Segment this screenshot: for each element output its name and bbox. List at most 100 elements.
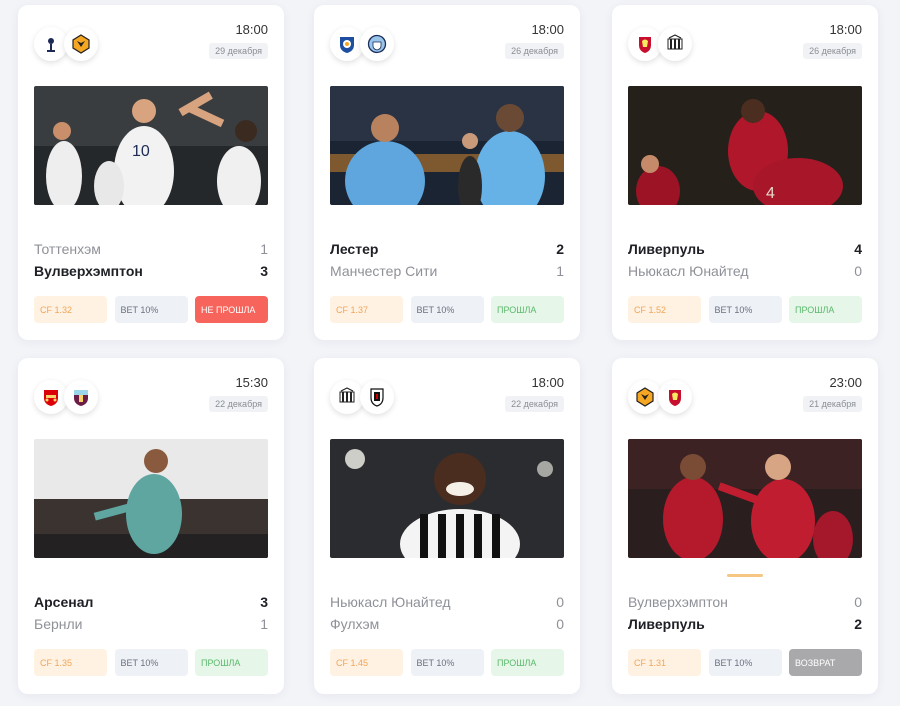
home-team-score: 0 bbox=[556, 594, 564, 610]
burnley-logo-icon bbox=[64, 380, 98, 414]
coefficient-badge: CF 1.31 bbox=[628, 649, 701, 676]
result-badge: ПРОШЛА bbox=[491, 649, 564, 676]
bet-info: CF 1.32 BET 10% НЕ ПРОШЛА bbox=[34, 296, 268, 323]
liverpool-logo-icon bbox=[628, 27, 662, 61]
home-team-row: Лестер 2 bbox=[330, 241, 564, 257]
home-team-row: Тоттенхэм 1 bbox=[34, 241, 268, 257]
coefficient-badge: CF 1.32 bbox=[34, 296, 107, 323]
arsenal-logo-icon bbox=[34, 380, 68, 414]
home-team-name: Ньюкасл Юнайтед bbox=[330, 594, 451, 610]
away-team-row: Фулхэм 0 bbox=[330, 616, 564, 632]
away-team-row: Вулверхэмптон 3 bbox=[34, 263, 268, 279]
away-team-row: Ливерпуль 2 bbox=[628, 616, 862, 632]
coefficient-badge: CF 1.35 bbox=[34, 649, 107, 676]
leicester-logo-icon bbox=[330, 27, 364, 61]
away-team-score: 2 bbox=[854, 616, 862, 632]
match-card[interactable]: 18:00 29 декабря 10 Тоттенхэм 1 Вулверхэ… bbox=[18, 5, 284, 340]
team-logos bbox=[330, 378, 394, 416]
away-team-name: Вулверхэмптон bbox=[34, 263, 143, 279]
wolves-logo-icon bbox=[628, 380, 662, 414]
home-team-score: 2 bbox=[556, 241, 564, 257]
team-logos bbox=[34, 378, 98, 416]
away-team-score: 0 bbox=[854, 263, 862, 279]
match-time: 15:30 bbox=[235, 375, 268, 390]
match-card[interactable]: 23:00 21 декабря Вулверхэмптон 0 Ливерпу… bbox=[612, 358, 878, 694]
team-logos bbox=[628, 25, 692, 63]
match-date: 26 декабря bbox=[505, 43, 564, 59]
match-time: 23:00 bbox=[829, 375, 862, 390]
match-photo bbox=[628, 439, 862, 558]
match-time: 18:00 bbox=[531, 375, 564, 390]
bet-size-badge: BET 10% bbox=[708, 649, 782, 676]
home-team-row: Ливерпуль 4 bbox=[628, 241, 862, 257]
away-team-score: 0 bbox=[556, 616, 564, 632]
home-team-row: Вулверхэмптон 0 bbox=[628, 594, 862, 610]
away-team-row: Бернли 1 bbox=[34, 616, 268, 632]
away-team-name: Ливерпуль bbox=[628, 616, 705, 632]
match-photo: 10 bbox=[34, 86, 268, 205]
result-badge: ПРОШЛА bbox=[195, 649, 268, 676]
bet-size-badge: BET 10% bbox=[410, 649, 484, 676]
fulham-logo-icon bbox=[360, 380, 394, 414]
newcastle-logo-icon bbox=[658, 27, 692, 61]
match-date: 21 декабря bbox=[803, 396, 862, 412]
result-badge: НЕ ПРОШЛА bbox=[195, 296, 268, 323]
home-team-name: Лестер bbox=[330, 241, 379, 257]
bet-size-badge: BET 10% bbox=[708, 296, 782, 323]
svg-text:10: 10 bbox=[132, 143, 150, 160]
home-team-score: 1 bbox=[260, 241, 268, 257]
away-team-row: Ньюкасл Юнайтед 0 bbox=[628, 263, 862, 279]
away-team-name: Бернли bbox=[34, 616, 83, 632]
team-logos bbox=[34, 25, 98, 63]
match-photo: 4 bbox=[628, 86, 862, 205]
home-team-name: Вулверхэмптон bbox=[628, 594, 728, 610]
match-card[interactable]: 18:00 22 декабря Ньюкасл Юнайтед 0 Фулхэ… bbox=[314, 358, 580, 694]
home-team-row: Ньюкасл Юнайтед 0 bbox=[330, 594, 564, 610]
home-team-score: 4 bbox=[854, 241, 862, 257]
result-badge: ПРОШЛА bbox=[789, 296, 862, 323]
bet-info: CF 1.52 BET 10% ПРОШЛА bbox=[628, 296, 862, 323]
match-time: 18:00 bbox=[531, 22, 564, 37]
match-time: 18:00 bbox=[235, 22, 268, 37]
match-photo bbox=[330, 86, 564, 205]
man-city-logo-icon bbox=[360, 27, 394, 61]
home-team-row: Арсенал 3 bbox=[34, 594, 268, 610]
result-badge: ВОЗВРАТ bbox=[789, 649, 862, 676]
away-team-row: Манчестер Сити 1 bbox=[330, 263, 564, 279]
team-logos bbox=[628, 378, 692, 416]
bet-info: CF 1.37 BET 10% ПРОШЛА bbox=[330, 296, 564, 323]
coefficient-badge: CF 1.52 bbox=[628, 296, 701, 323]
match-date: 26 декабря bbox=[803, 43, 862, 59]
away-team-name: Ньюкасл Юнайтед bbox=[628, 263, 749, 279]
team-logos bbox=[330, 25, 394, 63]
match-card[interactable]: 18:00 26 декабря 4 Ливерпуль 4 Ньюкасл Ю… bbox=[612, 5, 878, 340]
coefficient-badge: CF 1.45 bbox=[330, 649, 403, 676]
newcastle-logo-icon bbox=[330, 380, 364, 414]
bet-size-badge: BET 10% bbox=[410, 296, 484, 323]
slide-indicator bbox=[727, 574, 763, 577]
match-photo bbox=[330, 439, 564, 558]
tottenham-logo-icon bbox=[34, 27, 68, 61]
result-badge: ПРОШЛА bbox=[491, 296, 564, 323]
match-date: 29 декабря bbox=[209, 43, 268, 59]
home-team-name: Ливерпуль bbox=[628, 241, 705, 257]
away-team-name: Манчестер Сити bbox=[330, 263, 438, 279]
home-team-score: 3 bbox=[260, 594, 268, 610]
match-time: 18:00 bbox=[829, 22, 862, 37]
wolves-logo-icon bbox=[64, 27, 98, 61]
bet-info: CF 1.35 BET 10% ПРОШЛА bbox=[34, 649, 268, 676]
match-date: 22 декабря bbox=[209, 396, 268, 412]
match-card[interactable]: 15:30 22 декабря Арсенал 3 Бернли 1 CF 1… bbox=[18, 358, 284, 694]
away-team-name: Фулхэм bbox=[330, 616, 380, 632]
liverpool-logo-icon bbox=[658, 380, 692, 414]
match-photo bbox=[34, 439, 268, 558]
match-date: 22 декабря bbox=[505, 396, 564, 412]
match-card[interactable]: 18:00 26 декабря Лестер 2 Манчестер Сити… bbox=[314, 5, 580, 340]
away-team-score: 1 bbox=[260, 616, 268, 632]
away-team-score: 1 bbox=[556, 263, 564, 279]
coefficient-badge: CF 1.37 bbox=[330, 296, 403, 323]
bet-info: CF 1.45 BET 10% ПРОШЛА bbox=[330, 649, 564, 676]
away-team-score: 3 bbox=[260, 263, 268, 279]
svg-text:4: 4 bbox=[766, 185, 775, 202]
bet-info: CF 1.31 BET 10% ВОЗВРАТ bbox=[628, 649, 862, 676]
